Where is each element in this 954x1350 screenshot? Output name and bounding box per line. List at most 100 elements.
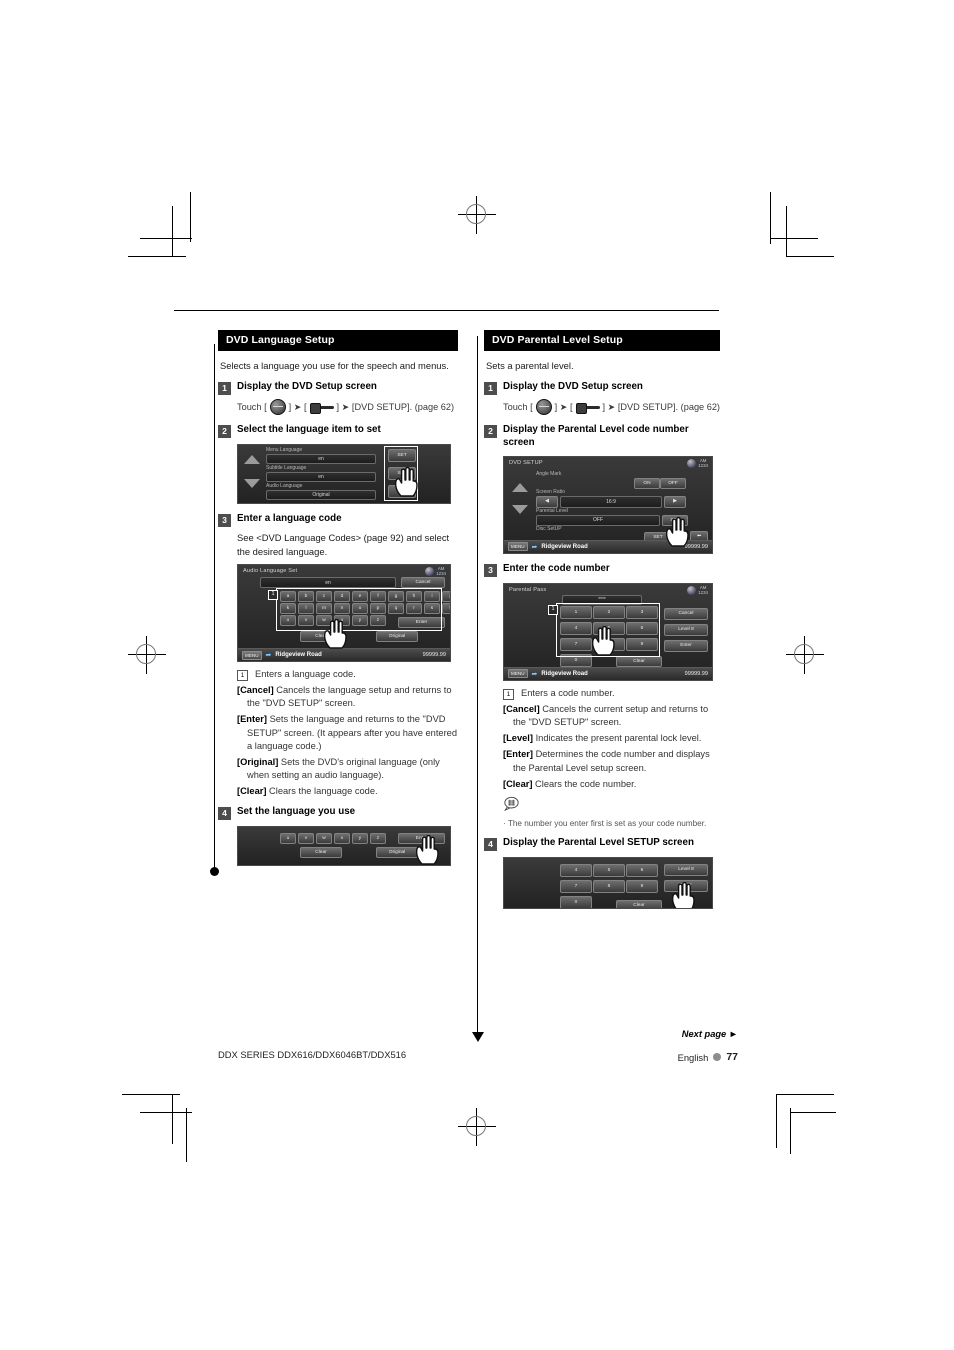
original-button[interactable]: Original — [376, 846, 418, 858]
crop-mark-top-left-h2 — [140, 238, 192, 239]
key-v[interactable]: v — [298, 832, 314, 844]
pointing-hand-icon — [590, 625, 616, 656]
definition-text: Cancels the current setup and returns to… — [513, 703, 709, 728]
definition-term: [Enter] — [237, 714, 267, 725]
key-4[interactable]: 4 — [560, 863, 592, 877]
globe-status-icon — [687, 459, 697, 468]
definition-cancel: [Cancel] Cancels the current setup and r… — [503, 703, 720, 729]
definition-text: Determines the code number and displays … — [513, 749, 710, 773]
pointing-hand-icon — [414, 834, 440, 865]
key-5[interactable]: 5 — [593, 863, 625, 877]
key-w[interactable]: w — [316, 832, 332, 844]
menu-button[interactable]: MENU — [242, 650, 262, 660]
scroll-down-icon[interactable] — [512, 504, 528, 514]
step-number-badge: 2 — [484, 425, 497, 439]
screenshot-set-language-crop: uvwxyz Enter Original Clear — [237, 825, 451, 866]
scroll-down-icon[interactable] — [244, 479, 260, 489]
globe-icon — [269, 399, 286, 416]
step-number-badge: 4 — [484, 837, 497, 851]
audio-language-set-title: Audio Language Set — [243, 568, 298, 575]
definition-callout-row: 1 Enters a language code. — [237, 668, 458, 682]
pointing-hand-icon — [393, 467, 419, 498]
step-number-badge: 1 — [218, 382, 231, 396]
navigation-arrow-icon: ➦ — [265, 652, 272, 660]
screenshot-dvd-setup: DVD SETUP AM 1234 Angle Mark ON OFF Scree… — [503, 455, 713, 554]
cancel-button[interactable]: Cancel — [664, 607, 708, 620]
enter-button[interactable]: Enter — [664, 639, 708, 652]
clear-button[interactable]: Clear — [616, 655, 662, 667]
footer-page-info: English 77 — [678, 1051, 738, 1063]
screen-footer-bar: MENU ➦ Ridgeview Road 99999.99 — [504, 666, 712, 680]
step-2-right: 2 Display the Parental Level code number… — [484, 424, 720, 449]
screenshot-parental-level-setup-crop: 4567890 Level 8 Enter Clear — [503, 856, 713, 909]
footer-next-page-link[interactable]: Next page ► — [682, 1029, 738, 1039]
step-1-left: 1 Display the DVD Setup screen — [218, 381, 458, 396]
touch-mid-label: ] ➤ [ — [554, 401, 573, 412]
subtitle-language-value[interactable]: en — [266, 472, 376, 483]
step-1-right: 1 Display the DVD Setup screen — [484, 381, 720, 396]
touch-suffix-label: ] ➤ [DVD SETUP]. (page 62) — [336, 401, 455, 412]
angle-mark-on-button[interactable]: ON — [634, 477, 660, 489]
crop-mark-bottom-left-v1 — [172, 1094, 173, 1144]
level-button[interactable]: Level 8 — [664, 623, 708, 636]
screenshot-language-items: Menu Language en Subtitle Language en Au… — [237, 444, 451, 505]
step-number-badge: 4 — [218, 806, 231, 820]
callout-text: Enters a language code. — [255, 669, 356, 680]
level-button[interactable]: Level 8 — [664, 863, 708, 876]
crop-mark-bottom-right-v2 — [790, 1108, 791, 1154]
key-0[interactable]: 0 — [560, 895, 592, 908]
key-8[interactable]: 8 — [593, 879, 625, 893]
key-7[interactable]: 7 — [560, 879, 592, 893]
touch-prefix-label: Touch [ — [503, 402, 533, 413]
key-j[interactable]: j — [442, 591, 450, 603]
frequency-display: 99999.99 — [684, 670, 708, 677]
track-name: Ridgeview Road — [541, 670, 588, 677]
screen-ratio-value: 16:9 — [560, 495, 662, 508]
angle-mark-off-button[interactable]: OFF — [660, 477, 686, 489]
crop-mark-top-right-v2 — [786, 206, 787, 256]
key-u[interactable]: u — [280, 832, 296, 844]
scroll-up-icon[interactable] — [512, 482, 528, 492]
step-title: Set the language you use — [237, 805, 356, 817]
key-6[interactable]: 6 — [626, 863, 658, 877]
audio-language-value[interactable]: Original — [266, 490, 376, 501]
footer-dot-icon — [713, 1053, 722, 1061]
key-x[interactable]: x — [334, 832, 350, 844]
screen-ratio-prev-button[interactable]: ◀ — [536, 495, 558, 508]
clear-button[interactable]: Clear — [300, 846, 342, 858]
language-setup-definitions: 1 Enters a language code. [Cancel] Cance… — [237, 668, 458, 799]
frequency-display: 99999.99 — [422, 652, 446, 659]
menu-button[interactable]: MENU — [508, 669, 528, 679]
globe-status-icon — [425, 567, 435, 577]
definition-term: [Level] — [503, 733, 533, 744]
step-3-body-text: See <DVD Language Codes> (page 92) and s… — [237, 532, 450, 557]
page-top-rule — [174, 310, 719, 311]
key-t[interactable]: t — [442, 603, 450, 615]
key-9[interactable]: 9 — [626, 879, 658, 893]
touch-prefix-label: Touch [ — [237, 402, 267, 413]
key-y[interactable]: y — [352, 832, 368, 844]
menu-language-value[interactable]: en — [266, 454, 376, 465]
track-name: Ridgeview Road — [541, 543, 588, 550]
definition-text: Indicates the present parental lock leve… — [535, 733, 702, 744]
clear-button[interactable]: Clear — [616, 899, 662, 908]
screenshot-parental-pass: Parental Pass AM1234 **** 1 1234567890 C… — [503, 582, 713, 681]
step-number-badge: 3 — [218, 514, 231, 528]
menu-button[interactable]: MENU — [508, 542, 528, 552]
pointing-hand-icon — [670, 881, 696, 908]
column-flow-arrowhead — [471, 1032, 484, 1042]
definition-term: [Enter] — [503, 749, 533, 760]
scroll-up-icon[interactable] — [244, 455, 260, 465]
definition-term: [Original] — [237, 757, 279, 768]
registration-mark-top-center — [458, 196, 496, 234]
definition-term: [Cancel] — [237, 685, 274, 696]
cancel-button[interactable]: Cancel — [401, 577, 445, 589]
screen-ratio-next-button[interactable]: ▶ — [664, 495, 686, 508]
key-z[interactable]: z — [370, 832, 386, 844]
original-button[interactable]: Original — [376, 631, 418, 643]
crop-mark-top-left-v1 — [172, 206, 173, 256]
step-4-left: 4 Set the language you use — [218, 806, 458, 820]
step-3-left: 3 Enter a language code — [218, 513, 458, 528]
slider-icon — [575, 402, 600, 414]
subtitle-language-label: Subtitle Language — [266, 465, 307, 472]
